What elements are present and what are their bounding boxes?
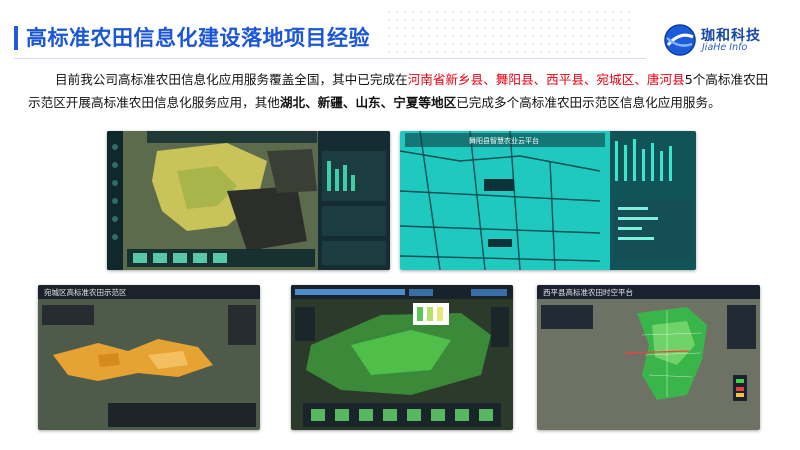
- intro-text-3: 已完成多个高标准农田示范区信息化应用服务。: [456, 95, 721, 110]
- wuyang-platform-title: 舞阳县智慧农业云平台: [469, 136, 539, 145]
- xiping-platform-title: 西平县高标准农田时空平台: [543, 287, 633, 297]
- globe-logo-icon: [664, 24, 696, 56]
- intro-highlight-regions: 河南省新乡县、舞阳县、西平县、宛城区、唐河县: [407, 72, 685, 87]
- screenshot-wancheng-platform: 宛城区高标准农田示范区: [38, 285, 260, 430]
- wancheng-platform-title: 宛城区高标准农田示范区: [44, 287, 127, 297]
- screenshot-wuyang-platform: 舞阳县智慧农业云平台: [400, 131, 696, 270]
- logo-name-en: JiaHe Info: [702, 42, 748, 53]
- title-accent-bar: [14, 26, 18, 50]
- screenshot-tanghe-platform: [291, 285, 513, 430]
- header-divider: [14, 58, 646, 59]
- intro-text-1: 目前我公司高标准农田信息化应用服务覆盖全国，其中已完成在: [55, 72, 408, 87]
- screenshot-xiping-platform: 西平县高标准农田时空平台: [537, 285, 760, 430]
- intro-bold-regions: 湖北、新疆、山东、宁夏等地区: [279, 95, 457, 110]
- screenshot-xinxiang-platform: [107, 131, 390, 270]
- page-title: 高标准农田信息化建设落地项目经验: [26, 26, 370, 50]
- company-logo: 珈和科技 JiaHe Info: [663, 23, 793, 57]
- header-dot-pattern: [385, 8, 635, 56]
- intro-paragraph: 目前我公司高标准农田信息化应用服务覆盖全国，其中已完成在河南省新乡县、舞阳县、西…: [28, 68, 778, 114]
